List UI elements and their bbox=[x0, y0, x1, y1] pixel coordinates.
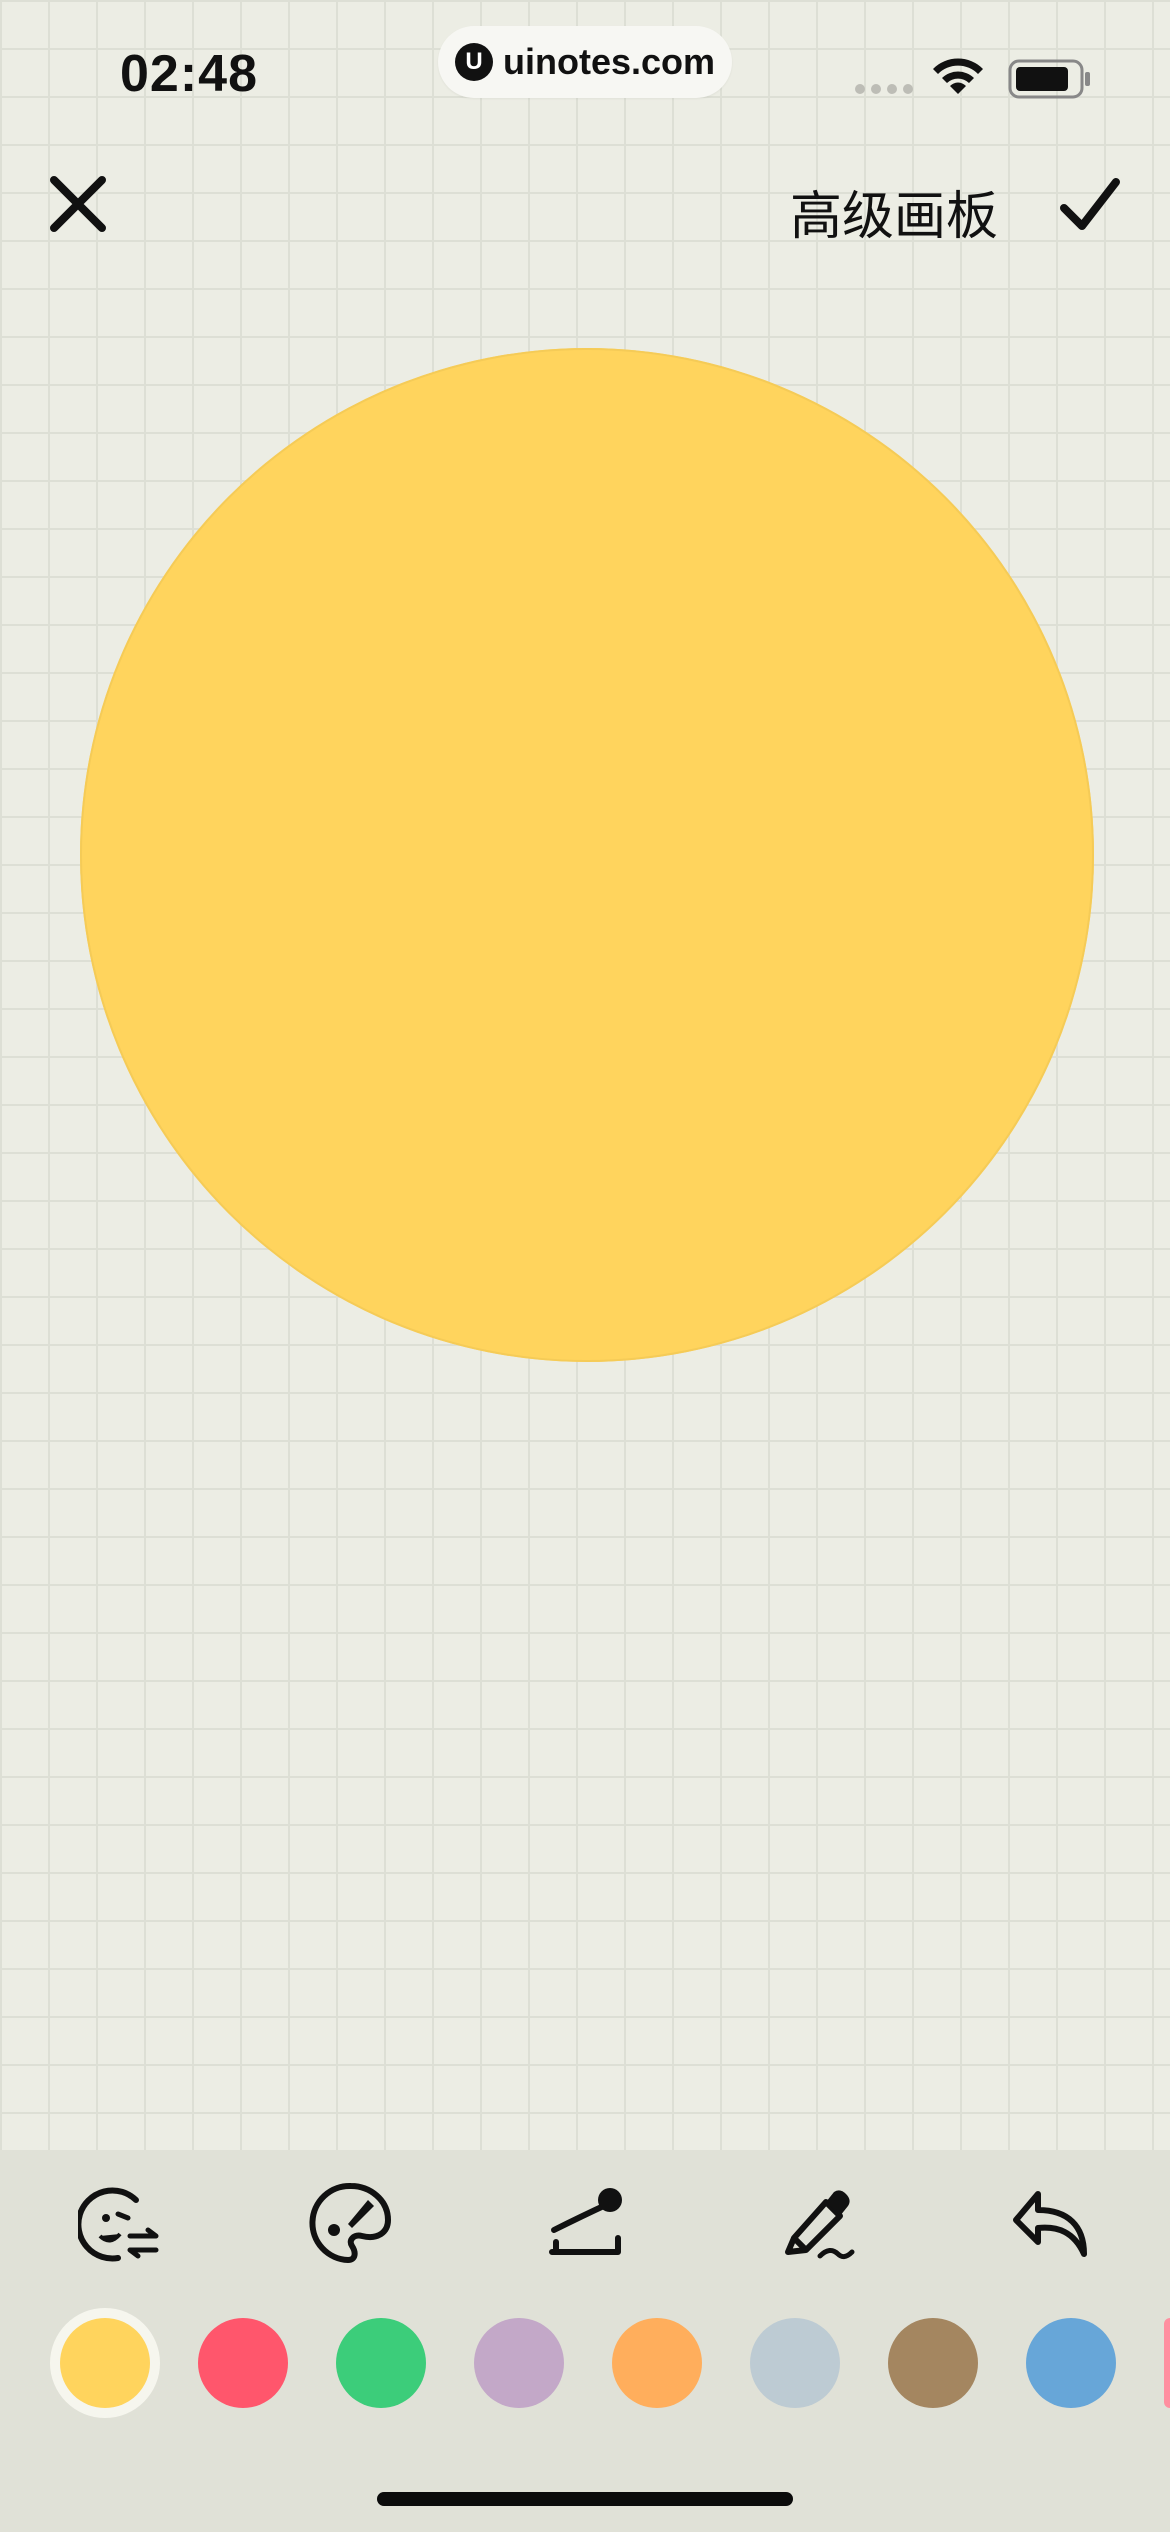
color-swatch[interactable] bbox=[612, 2318, 702, 2408]
url-pill: U uinotes.com bbox=[438, 26, 732, 98]
undo-icon[interactable] bbox=[1006, 2178, 1096, 2268]
color-swatch[interactable] bbox=[1164, 2318, 1170, 2408]
cellular-signal-icon bbox=[855, 84, 913, 94]
color-swatch[interactable] bbox=[198, 2318, 288, 2408]
status-time: 02:48 bbox=[120, 45, 258, 103]
color-swatch[interactable] bbox=[888, 2318, 978, 2408]
drawn-circle bbox=[80, 348, 1094, 1362]
brush-size-icon[interactable] bbox=[540, 2178, 630, 2268]
site-logo-icon: U bbox=[454, 43, 493, 81]
wifi-icon bbox=[933, 58, 983, 94]
page-title: 高级画板 bbox=[790, 187, 999, 247]
swap-emoji-icon[interactable] bbox=[76, 2178, 166, 2268]
check-icon[interactable] bbox=[1056, 172, 1124, 240]
url-text: uinotes.com bbox=[502, 41, 716, 82]
color-swatch[interactable] bbox=[474, 2318, 564, 2408]
color-swatch[interactable] bbox=[60, 2318, 150, 2408]
palette-icon[interactable] bbox=[306, 2178, 396, 2268]
home-indicator bbox=[377, 2492, 793, 2506]
close-icon[interactable] bbox=[46, 172, 110, 236]
battery-icon bbox=[1008, 59, 1090, 99]
color-swatch[interactable] bbox=[1026, 2318, 1116, 2408]
color-swatch[interactable] bbox=[336, 2318, 426, 2408]
color-swatch[interactable] bbox=[750, 2318, 840, 2408]
marker-pen-icon[interactable] bbox=[772, 2178, 862, 2268]
